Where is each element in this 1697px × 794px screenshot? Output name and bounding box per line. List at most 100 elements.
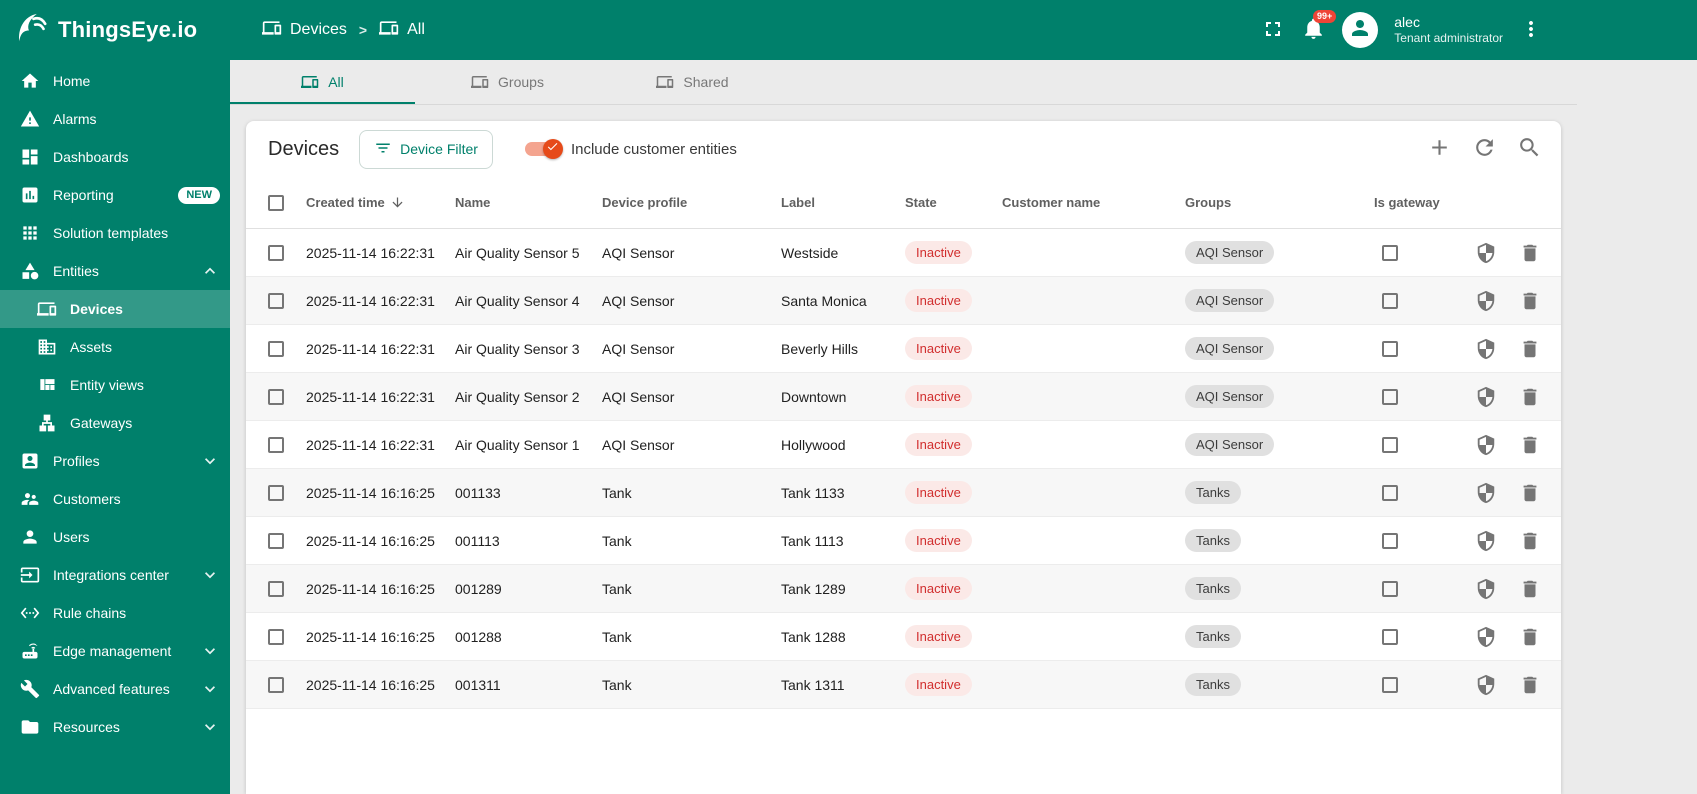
manage-credentials-button[interactable]	[1475, 434, 1497, 456]
sidebar-item-customers[interactable]: Customers	[0, 480, 230, 518]
delete-device-button[interactable]	[1519, 578, 1541, 600]
manage-credentials-button[interactable]	[1475, 482, 1497, 504]
is-gateway-checkbox[interactable]	[1382, 484, 1398, 501]
is-gateway-checkbox[interactable]	[1382, 532, 1398, 549]
group-chip[interactable]: Tanks	[1185, 481, 1241, 504]
device-row[interactable]: 2025-11-14 16:16:25 001311 Tank Tank 1311 In…	[246, 661, 1561, 709]
manage-credentials-button[interactable]	[1475, 338, 1497, 360]
is-gateway-checkbox[interactable]	[1382, 580, 1398, 597]
tab-groups[interactable]: Groups	[415, 60, 600, 104]
delete-device-button[interactable]	[1519, 530, 1541, 552]
is-gateway-checkbox[interactable]	[1382, 340, 1398, 357]
device-row[interactable]: 2025-11-14 16:22:31 Air Quality Sensor 2 A…	[246, 373, 1561, 421]
column-header-name[interactable]: Name	[451, 195, 598, 210]
sidebar-item-users[interactable]: Users	[0, 518, 230, 556]
sidebar-item-integrations-center[interactable]: Integrations center	[0, 556, 230, 594]
row-checkbox[interactable]	[268, 580, 284, 597]
group-chip[interactable]: Tanks	[1185, 673, 1241, 696]
sidebar-item-gateways[interactable]: Gateways	[0, 404, 230, 442]
column-header-customer-name[interactable]: Customer name	[998, 195, 1181, 210]
column-header-label[interactable]: Label	[777, 195, 901, 210]
column-header-state[interactable]: State	[901, 195, 998, 210]
is-gateway-checkbox[interactable]	[1382, 292, 1398, 309]
manage-credentials-button[interactable]	[1475, 290, 1497, 312]
delete-device-button[interactable]	[1519, 242, 1541, 264]
group-chip[interactable]: AQI Sensor	[1185, 385, 1275, 408]
row-checkbox[interactable]	[268, 244, 284, 261]
column-header-is-gateway[interactable]: Is gateway	[1370, 195, 1470, 210]
delete-device-button[interactable]	[1519, 338, 1541, 360]
sidebar-item-reporting[interactable]: Reporting NEW	[0, 176, 230, 214]
column-header-groups[interactable]: Groups	[1181, 195, 1370, 210]
add-device-button[interactable]	[1427, 135, 1452, 163]
search-button[interactable]	[1517, 135, 1542, 163]
device-row[interactable]: 2025-11-14 16:22:31 Air Quality Sensor 5 A…	[246, 229, 1561, 277]
tab-shared[interactable]: Shared	[600, 60, 785, 104]
manage-credentials-button[interactable]	[1475, 578, 1497, 600]
is-gateway-checkbox[interactable]	[1382, 628, 1398, 645]
is-gateway-checkbox[interactable]	[1382, 436, 1398, 453]
more-menu-button[interactable]	[1519, 17, 1543, 44]
include-customer-entities-toggle[interactable]	[524, 139, 563, 159]
avatar[interactable]	[1342, 12, 1379, 48]
refresh-button[interactable]	[1472, 135, 1497, 163]
device-row[interactable]: 2025-11-14 16:22:31 Air Quality Sensor 3 A…	[246, 325, 1561, 373]
delete-device-button[interactable]	[1519, 386, 1541, 408]
sidebar-item-entities[interactable]: Entities	[0, 252, 230, 290]
row-checkbox[interactable]	[268, 340, 284, 357]
device-row[interactable]: 2025-11-14 16:16:25 001289 Tank Tank 1289 In…	[246, 565, 1561, 613]
breadcrumb-all[interactable]: All	[379, 18, 425, 43]
manage-credentials-button[interactable]	[1475, 386, 1497, 408]
group-chip[interactable]: Tanks	[1185, 625, 1241, 648]
tab-all[interactable]: All	[230, 60, 415, 104]
select-all-checkbox[interactable]	[268, 194, 284, 211]
group-chip[interactable]: AQI Sensor	[1185, 289, 1275, 312]
device-row[interactable]: 2025-11-14 16:22:31 Air Quality Sensor 1 A…	[246, 421, 1561, 469]
sidebar-item-edge-management[interactable]: Edge management	[0, 632, 230, 670]
row-checkbox[interactable]	[268, 628, 284, 645]
sidebar-item-alarms[interactable]: Alarms	[0, 100, 230, 138]
sidebar-item-solution-templates[interactable]: Solution templates	[0, 214, 230, 252]
sidebar-item-advanced-features[interactable]: Advanced features	[0, 670, 230, 708]
group-chip[interactable]: AQI Sensor	[1185, 433, 1275, 456]
device-row[interactable]: 2025-11-14 16:16:25 001288 Tank Tank 1288 In…	[246, 613, 1561, 661]
manage-credentials-button[interactable]	[1475, 530, 1497, 552]
column-header-created-time[interactable]: Created time	[302, 195, 451, 210]
group-chip[interactable]: Tanks	[1185, 529, 1241, 552]
logo[interactable]: ThingsEye.io	[0, 8, 230, 53]
row-checkbox[interactable]	[268, 292, 284, 309]
delete-device-button[interactable]	[1519, 626, 1541, 648]
notifications-button[interactable]: 99+	[1301, 10, 1337, 44]
sidebar-item-entity-views[interactable]: Entity views	[0, 366, 230, 404]
delete-device-button[interactable]	[1519, 290, 1541, 312]
sidebar-item-dashboards[interactable]: Dashboards	[0, 138, 230, 176]
manage-credentials-button[interactable]	[1475, 674, 1497, 696]
sidebar-item-assets[interactable]: Assets	[0, 328, 230, 366]
delete-device-button[interactable]	[1519, 674, 1541, 696]
group-chip[interactable]: AQI Sensor	[1185, 337, 1275, 360]
group-chip[interactable]: Tanks	[1185, 577, 1241, 600]
sidebar-item-home[interactable]: Home	[0, 62, 230, 100]
fullscreen-button[interactable]	[1261, 17, 1285, 44]
device-filter-button[interactable]: Device Filter	[359, 129, 493, 169]
sidebar-item-resources[interactable]: Resources	[0, 708, 230, 746]
is-gateway-checkbox[interactable]	[1382, 244, 1398, 261]
row-checkbox[interactable]	[268, 436, 284, 453]
manage-credentials-button[interactable]	[1475, 242, 1497, 264]
breadcrumb-devices[interactable]: Devices	[262, 18, 347, 43]
manage-credentials-button[interactable]	[1475, 626, 1497, 648]
device-row[interactable]: 2025-11-14 16:16:25 001133 Tank Tank 1133 In…	[246, 469, 1561, 517]
sidebar-item-profiles[interactable]: Profiles	[0, 442, 230, 480]
row-checkbox[interactable]	[268, 388, 284, 405]
device-row[interactable]: 2025-11-14 16:16:25 001113 Tank Tank 1113 In…	[246, 517, 1561, 565]
group-chip[interactable]: AQI Sensor	[1185, 241, 1275, 264]
sidebar-item-rule-chains[interactable]: Rule chains	[0, 594, 230, 632]
sidebar-item-devices[interactable]: Devices	[0, 290, 230, 328]
delete-device-button[interactable]	[1519, 482, 1541, 504]
row-checkbox[interactable]	[268, 484, 284, 501]
column-header-device-profile[interactable]: Device profile	[598, 195, 777, 210]
row-checkbox[interactable]	[268, 676, 284, 693]
row-checkbox[interactable]	[268, 532, 284, 549]
device-row[interactable]: 2025-11-14 16:22:31 Air Quality Sensor 4 A…	[246, 277, 1561, 325]
delete-device-button[interactable]	[1519, 434, 1541, 456]
